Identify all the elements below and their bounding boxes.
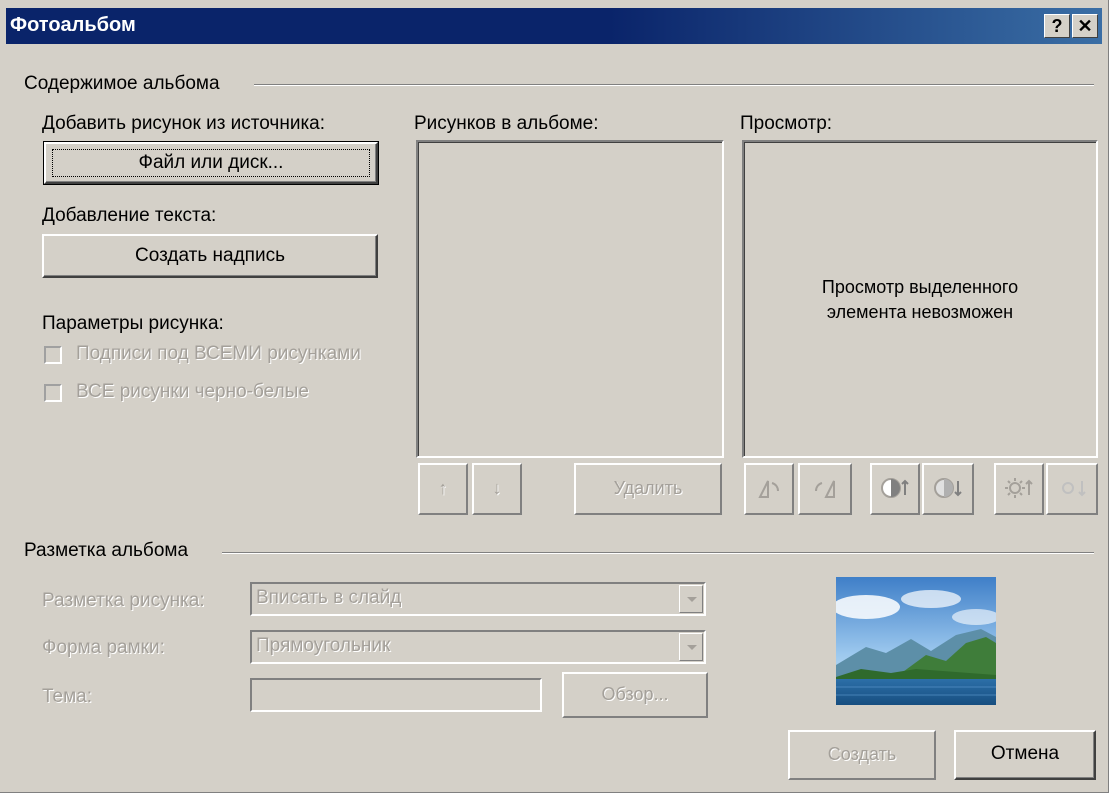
theme-label: Тема: <box>42 686 93 707</box>
preview-label: Просмотр: <box>740 113 833 134</box>
close-icon: ✕ <box>1077 16 1093 36</box>
layout-group-title: Разметка альбома <box>24 540 189 561</box>
preview-message: Просмотр выделенного элемента невозможен <box>821 277 1019 322</box>
create-button[interactable]: Создать <box>788 730 936 780</box>
rotate-right-icon <box>815 480 835 498</box>
black-white-checkbox-label: ВСЕ рисунки черно-белые <box>76 381 309 402</box>
add-text-label: Добавление текста: <box>42 205 217 226</box>
brightness-up-icon <box>1005 478 1033 498</box>
frame-shape-label: Форма рамки: <box>42 637 165 658</box>
landscape-thumbnail <box>836 577 996 705</box>
file-or-disk-button[interactable]: Файл или диск... <box>43 141 379 185</box>
black-white-checkbox[interactable] <box>44 384 62 402</box>
captions-checkbox[interactable] <box>44 346 62 364</box>
photo-album-dialog: Фотоальбом ? ✕ Содержимое альбома Добави… <box>0 0 1109 793</box>
brightness-down-icon <box>1062 481 1086 497</box>
pictures-list[interactable] <box>416 140 724 458</box>
contrast-down-icon <box>934 478 962 498</box>
rotate-left-button[interactable] <box>744 463 794 515</box>
arrow-down-icon: ↓ <box>492 478 502 498</box>
picture-layout-label: Разметка рисунка: <box>42 590 205 611</box>
captions-checkbox-label: Подписи под ВСЕМИ рисунками <box>76 343 361 364</box>
frame-shape-select[interactable]: Прямоугольник <box>250 630 706 664</box>
chevron-down-icon[interactable] <box>679 585 703 613</box>
arrow-up-icon: ↑ <box>438 478 448 498</box>
browse-button[interactable]: Обзор... <box>562 672 708 718</box>
cancel-button[interactable]: Отмена <box>954 730 1096 780</box>
contrast-up-icon <box>881 478 909 498</box>
picture-layout-select[interactable]: Вписать в слайд <box>250 582 706 616</box>
chevron-down-icon[interactable] <box>679 633 703 661</box>
brightness-down-button[interactable] <box>1046 463 1098 515</box>
content-group-divider <box>254 84 1094 86</box>
rotate-right-button[interactable] <box>798 463 852 515</box>
contrast-down-button[interactable] <box>922 463 974 515</box>
pictures-in-album-label: Рисунков в альбоме: <box>414 113 599 134</box>
contrast-up-button[interactable] <box>870 463 920 515</box>
preview-pane: Просмотр выделенного элемента невозможен <box>742 140 1098 458</box>
window-title: Фотоальбом <box>10 14 136 36</box>
rotate-left-icon <box>758 480 779 498</box>
frame-shape-value: Прямоугольник <box>256 635 391 656</box>
move-up-button[interactable]: ↑ <box>418 463 468 515</box>
help-button[interactable]: ? <box>1044 14 1070 38</box>
content-group-title: Содержимое альбома <box>24 73 220 94</box>
title-bar: Фотоальбом ? ✕ <box>6 8 1102 44</box>
theme-input[interactable] <box>250 678 542 712</box>
layout-group-divider <box>222 552 1094 554</box>
picture-options-label: Параметры рисунка: <box>42 313 224 334</box>
picture-layout-value: Вписать в слайд <box>256 587 402 608</box>
create-caption-button[interactable]: Создать надпись <box>42 234 378 278</box>
delete-button[interactable]: Удалить <box>574 463 722 515</box>
move-down-button[interactable]: ↓ <box>472 463 522 515</box>
brightness-up-button[interactable] <box>994 463 1044 515</box>
add-picture-label: Добавить рисунок из источника: <box>42 113 326 134</box>
close-button[interactable]: ✕ <box>1072 14 1098 38</box>
